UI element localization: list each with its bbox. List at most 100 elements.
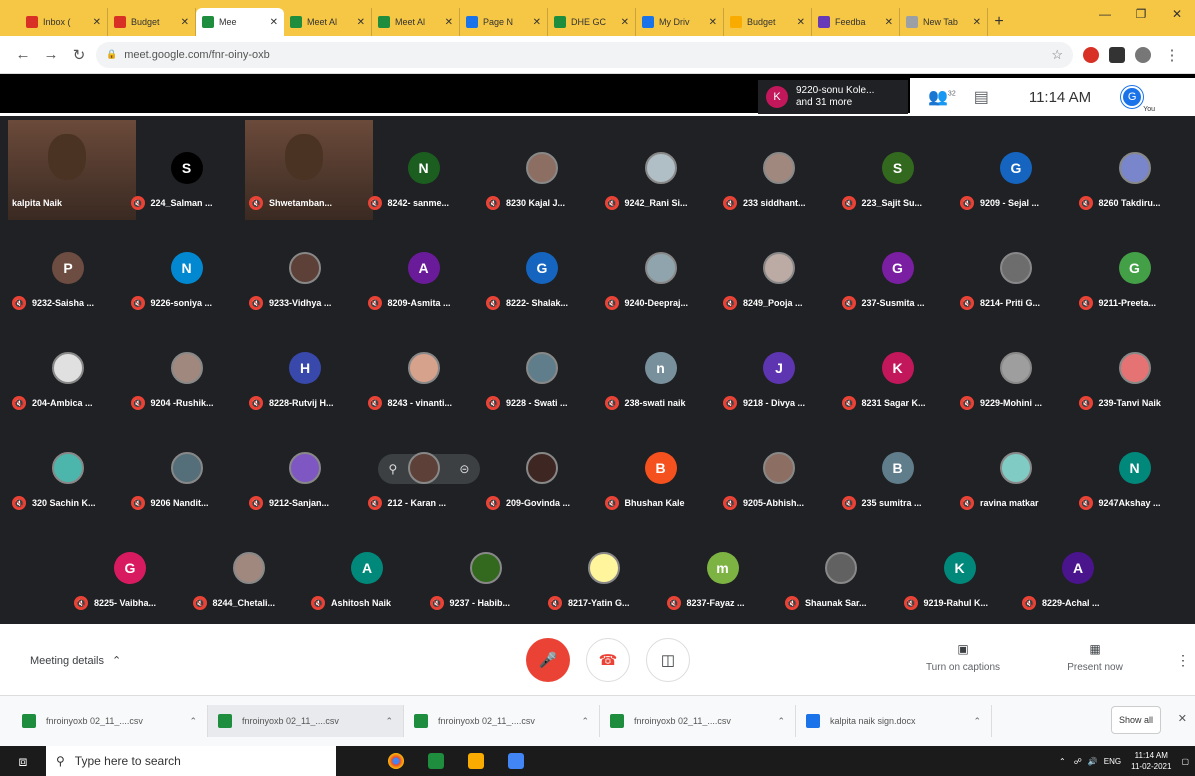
download-item[interactable]: fnroinyoxb 02_11_....csv ⌃: [404, 705, 600, 737]
participant-tile[interactable]: S 🔇 223_Sajit Su...: [838, 120, 956, 220]
tab-close-icon[interactable]: ✕: [973, 17, 981, 28]
participant-tile[interactable]: K 🔇 8231 Sagar K...: [838, 320, 956, 420]
windows-start-icon[interactable]: ⧈: [0, 746, 46, 776]
participant-tile[interactable]: N 🔇 9226-soniya ...: [127, 220, 245, 320]
profile-avatar-icon[interactable]: [1135, 46, 1151, 63]
participant-tile[interactable]: n 🔇 238-swati naik: [601, 320, 719, 420]
participant-tile[interactable]: J 🔇 9218 - Divya ...: [719, 320, 837, 420]
tab-close-icon[interactable]: ✕: [885, 17, 893, 28]
participant-tile[interactable]: 🔇 9205-Abhish...: [719, 420, 837, 520]
network-icon[interactable]: ☍: [1074, 757, 1082, 766]
maximize-icon[interactable]: ❐: [1123, 0, 1159, 28]
participant-tile[interactable]: m 🔇 8237-Fayaz ...: [663, 520, 781, 620]
chrome-app-icon[interactable]: [376, 746, 416, 776]
participant-tile[interactable]: S 🔇 224_Salman ...: [127, 120, 245, 220]
camera-toggle-button[interactable]: ◫: [646, 638, 690, 682]
participant-tile[interactable]: 🔇 8217-Yatin G...: [544, 520, 662, 620]
tab-close-icon[interactable]: ✕: [181, 17, 189, 28]
tab-close-icon[interactable]: ✕: [797, 17, 805, 28]
download-item[interactable]: fnroinyoxb 02_11_....csv ⌃: [208, 705, 404, 737]
calendar-app-icon[interactable]: [496, 746, 536, 776]
participant-tile[interactable]: G 🔇 9211-Preeta...: [1075, 220, 1193, 320]
participant-tile[interactable]: 🔇 Shaunak Sar...: [781, 520, 899, 620]
back-icon[interactable]: ←: [12, 46, 34, 63]
participant-tile[interactable]: A 🔇 8229-Achal ...: [1018, 520, 1136, 620]
participants-chip[interactable]: K 9220-sonu Kole... and 31 more: [758, 80, 908, 114]
chat-icon[interactable]: ▤: [974, 87, 989, 107]
browser-tab[interactable]: DHE GC ✕: [548, 8, 636, 36]
download-options-icon[interactable]: ⌃: [385, 716, 393, 727]
meeting-details-button[interactable]: Meeting details ⌃: [30, 652, 121, 667]
tab-close-icon[interactable]: ✕: [270, 17, 278, 28]
more-options-icon[interactable]: ⋮: [1176, 652, 1190, 669]
participant-tile[interactable]: 🔇 9228 - Swati ...: [482, 320, 600, 420]
participant-tile[interactable]: B 🔇 235 sumitra ...: [838, 420, 956, 520]
close-downloads-icon[interactable]: ✕: [1178, 712, 1187, 725]
participant-tile[interactable]: G 🔇 8222- Shalak...: [482, 220, 600, 320]
download-options-icon[interactable]: ⌃: [777, 716, 785, 727]
minimize-icon[interactable]: —: [1087, 0, 1123, 28]
show-all-button[interactable]: Show all: [1111, 706, 1161, 734]
participant-tile[interactable]: 🔇 212 - Karan ...: [364, 420, 482, 520]
url-input[interactable]: 🔒 meet.google.com/fnr-oiny-oxb ☆: [96, 41, 1073, 68]
tab-close-icon[interactable]: ✕: [709, 17, 717, 28]
download-options-icon[interactable]: ⌃: [189, 716, 197, 727]
extension-puzzle-icon[interactable]: [1109, 46, 1125, 63]
participant-tile[interactable]: 🔇 9237 - Habib...: [426, 520, 544, 620]
participant-tile[interactable]: 🔇 8260 Takdiru...: [1075, 120, 1193, 220]
participant-tile[interactable]: A 🔇 Ashitosh Naik: [307, 520, 425, 620]
participant-tile[interactable]: 🔇 9240-Deepraj...: [601, 220, 719, 320]
forward-icon[interactable]: →: [40, 46, 62, 63]
participant-tile[interactable]: K 🔇 9219-Rahul K...: [900, 520, 1018, 620]
browser-tab[interactable]: My Driv ✕: [636, 8, 724, 36]
browser-menu-icon[interactable]: ⋮: [1161, 46, 1183, 64]
browser-tab[interactable]: Page N ✕: [460, 8, 548, 36]
browser-tab[interactable]: Mee ✕: [196, 8, 284, 36]
participant-tile[interactable]: kalpita Naik: [8, 120, 136, 220]
present-now-button[interactable]: ▦ Present now: [1050, 642, 1140, 673]
volume-icon[interactable]: 🔊: [1088, 757, 1098, 766]
browser-tab[interactable]: Budget ✕: [724, 8, 812, 36]
new-tab-button[interactable]: +: [988, 8, 1010, 36]
participant-tile[interactable]: 🔇 9206 Nandit...: [127, 420, 245, 520]
excel-app-icon[interactable]: [416, 746, 456, 776]
browser-tab[interactable]: Meet Al ✕: [372, 8, 460, 36]
participant-tile[interactable]: G 🔇 9209 - Sejal ...: [956, 120, 1074, 220]
participant-tile[interactable]: 🔇 8244_Chetali...: [189, 520, 307, 620]
download-options-icon[interactable]: ⌃: [973, 716, 981, 727]
tab-close-icon[interactable]: ✕: [357, 17, 365, 28]
browser-tab[interactable]: Meet Al ✕: [284, 8, 372, 36]
participant-tile[interactable]: P 🔇 9232-Saisha ...: [8, 220, 126, 320]
reload-icon[interactable]: ↻: [68, 46, 90, 64]
leave-call-button[interactable]: ☎: [586, 638, 630, 682]
participant-tile[interactable]: 🔇 320 Sachin K...: [8, 420, 126, 520]
browser-tab[interactable]: Inbox (✕: [20, 8, 108, 36]
mic-toggle-button[interactable]: 🎤: [526, 638, 570, 682]
participant-tile[interactable]: 🔇 9204 -Rushik...: [127, 320, 245, 420]
download-item[interactable]: fnroinyoxb 02_11_....csv ⌃: [12, 705, 208, 737]
participant-tile[interactable]: 🔇 8249_Pooja ...: [719, 220, 837, 320]
participant-tile[interactable]: H 🔇 8228-Rutvij H...: [245, 320, 363, 420]
participant-tile[interactable]: B 🔇 Bhushan Kale: [601, 420, 719, 520]
participant-tile[interactable]: 🔇 204-Ambica ...: [8, 320, 126, 420]
tab-close-icon[interactable]: ✕: [445, 17, 453, 28]
tab-close-icon[interactable]: ✕: [93, 17, 101, 28]
participant-tile[interactable]: 🔇 9233-Vidhya ...: [245, 220, 363, 320]
participant-tile[interactable]: G 🔇 237-Susmita ...: [838, 220, 956, 320]
bookmark-star-icon[interactable]: ☆: [1051, 47, 1063, 63]
tab-close-icon[interactable]: ✕: [621, 17, 629, 28]
browser-tab[interactable]: New Tab ✕: [900, 8, 988, 36]
captions-button[interactable]: ▣ Turn on captions: [908, 642, 1018, 673]
participant-tile[interactable]: 🔇 233 siddhant...: [719, 120, 837, 220]
participant-tile[interactable]: 🔇 ravina matkar: [956, 420, 1074, 520]
participant-tile[interactable]: 🔇 209-Govinda ...: [482, 420, 600, 520]
participant-tile[interactable]: 🔇 239-Tanvi Naik: [1075, 320, 1193, 420]
participant-tile[interactable]: 🔇 9242_Rani Si...: [601, 120, 719, 220]
notification-icon[interactable]: ▢: [1181, 757, 1189, 766]
file-explorer-icon[interactable]: [456, 746, 496, 776]
download-item[interactable]: kalpita naik sign.docx ⌃: [796, 705, 992, 737]
participant-tile[interactable]: 🔇 Shwetamban...: [245, 120, 373, 220]
participant-tile[interactable]: G 🔇 8225- Vaibha...: [70, 520, 188, 620]
browser-tab[interactable]: Feedba ✕: [812, 8, 900, 36]
people-icon[interactable]: 👥32: [928, 87, 956, 107]
